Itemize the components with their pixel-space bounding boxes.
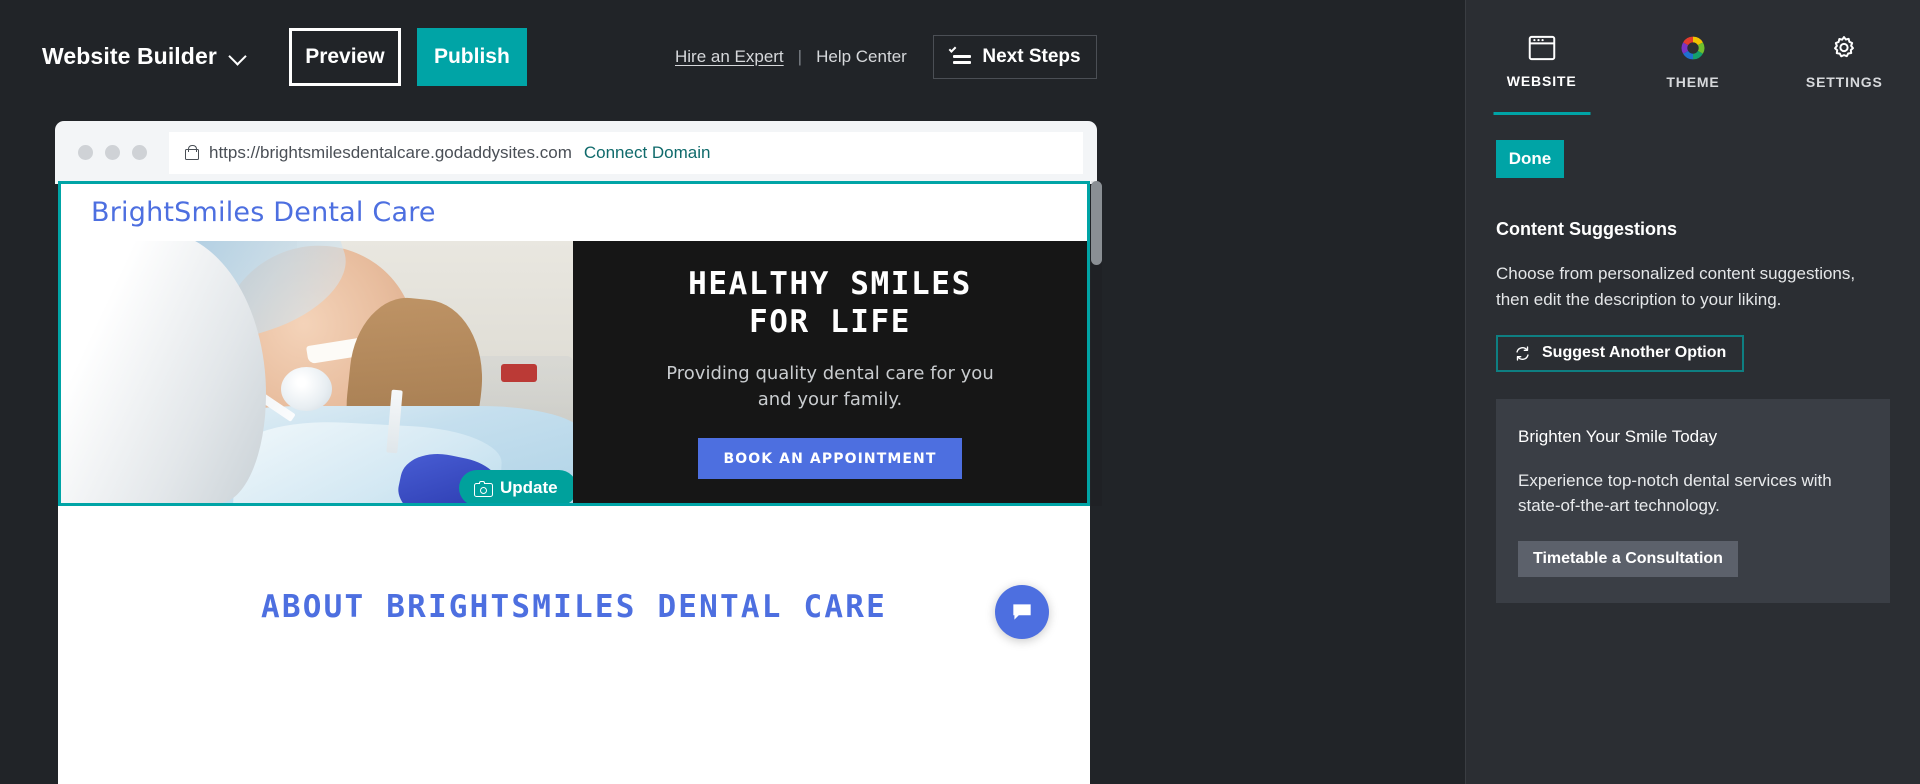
site-header: BrightSmiles Dental Care	[61, 184, 1087, 241]
chat-bubble-button[interactable]	[995, 585, 1049, 639]
tab-theme-label: THEME	[1666, 73, 1720, 90]
right-side-panel: WEBSITE THEME SETTINGS Done Content Sugg…	[1465, 0, 1920, 784]
hire-an-expert-link[interactable]: Hire an Expert	[675, 47, 784, 67]
browser-chrome-bar: https://brightsmilesdentalcare.godaddysi…	[55, 121, 1097, 184]
suggestion-body-line-1: Experience top-notch dental services wit…	[1518, 470, 1832, 490]
photo-layer-red-object	[501, 364, 538, 383]
chevron-down-icon	[230, 49, 246, 65]
help-center-link[interactable]: Help Center	[816, 47, 907, 67]
help-links: Hire an Expert | Help Center	[675, 47, 907, 67]
about-section: ABOUT BRIGHTSMILES DENTAL CARE	[58, 506, 1090, 784]
canvas-scrollbar-thumb[interactable]	[1091, 181, 1102, 265]
website-builder-app: Website Builder Preview Publish Hire an …	[0, 0, 1920, 784]
hero-subtext-line-2: and your family.	[757, 389, 903, 411]
color-wheel-icon	[1681, 36, 1705, 59]
update-label: Update	[500, 478, 558, 497]
tab-website-label: WEBSITE	[1506, 72, 1577, 89]
suggest-another-option-label: Suggest Another Option	[1542, 344, 1727, 362]
hero-subtext-line-1: Providing quality dental care for you	[666, 363, 994, 385]
window-dot	[132, 145, 147, 160]
refresh-icon	[1516, 346, 1529, 361]
photo-layer-dentist-coat	[61, 241, 266, 503]
checklist-icon	[949, 45, 972, 66]
selected-site-block[interactable]: BrightSmiles Dental Care Update HEALTHY …	[58, 181, 1090, 506]
site-preview-canvas: https://brightsmilesdentalcare.godaddysi…	[55, 121, 1102, 784]
top-toolbar: Website Builder Preview Publish Hire an …	[0, 0, 1412, 113]
publish-button[interactable]: Publish	[416, 27, 527, 86]
hero-image: Update	[61, 241, 573, 503]
hero-subtext: Providing quality dental care for you an…	[666, 361, 993, 413]
hero-headline-line-2: FOR LIFE	[748, 304, 912, 341]
chat-bubble-icon	[1013, 604, 1031, 620]
about-heading: ABOUT BRIGHTSMILES DENTAL CARE	[261, 589, 887, 625]
description-line-1: Choose from personalized content suggest…	[1496, 264, 1856, 283]
tab-settings[interactable]: SETTINGS	[1769, 0, 1920, 115]
site-url: https://brightsmilesdentalcare.godaddysi…	[209, 142, 572, 162]
browser-window-icon	[1528, 35, 1555, 60]
suggestion-heading: Brighten Your Smile Today	[1518, 426, 1718, 446]
window-control-dots	[78, 145, 147, 160]
link-separator: |	[797, 47, 803, 66]
timetable-consultation-button[interactable]: Timetable a Consultation	[1518, 541, 1738, 578]
window-dot	[105, 145, 120, 160]
hero-headline: HEALTHY SMILES FOR LIFE	[688, 265, 972, 343]
address-bar[interactable]: https://brightsmilesdentalcare.godaddysi…	[169, 131, 1083, 174]
site-logo: BrightSmiles Dental Care	[91, 197, 436, 228]
done-button[interactable]: Done	[1496, 140, 1564, 178]
suggestion-card: Brighten Your Smile Today Experience top…	[1496, 398, 1890, 604]
panel-tab-bar: WEBSITE THEME SETTINGS	[1466, 0, 1920, 115]
connect-domain-link[interactable]: Connect Domain	[584, 143, 711, 163]
app-menu-button[interactable]: Website Builder	[42, 43, 246, 70]
lock-icon	[185, 145, 199, 160]
window-dot	[78, 145, 93, 160]
tab-theme[interactable]: THEME	[1617, 0, 1768, 115]
suggestion-body: Experience top-notch dental services wit…	[1518, 468, 1868, 520]
hero-text-column: HEALTHY SMILES FOR LIFE Providing qualit…	[573, 241, 1087, 503]
suggest-another-option-button[interactable]: Suggest Another Option	[1496, 334, 1745, 372]
hero-section: Update HEALTHY SMILES FOR LIFE Providing…	[61, 241, 1087, 503]
update-image-button[interactable]: Update	[459, 470, 573, 503]
tab-settings-label: SETTINGS	[1805, 73, 1883, 90]
panel-content: Done Content Suggestions Choose from per…	[1466, 115, 1920, 604]
next-steps-label: Next Steps	[982, 46, 1081, 67]
tab-website[interactable]: WEBSITE	[1466, 0, 1617, 115]
app-title: Website Builder	[42, 43, 217, 69]
suggestion-body-line-2: state-of-the-art technology.	[1518, 496, 1720, 516]
canvas-scrollbar[interactable]	[1091, 181, 1102, 506]
book-appointment-button[interactable]: BOOK AN APPOINTMENT	[698, 438, 962, 480]
content-suggestions-title: Content Suggestions	[1496, 219, 1677, 239]
gear-icon	[1834, 35, 1855, 57]
description-line-2: then edit the description to your liking…	[1496, 289, 1782, 309]
preview-button[interactable]: Preview	[288, 27, 401, 86]
camera-icon	[474, 481, 493, 497]
content-suggestions-description: Choose from personalized content suggest…	[1496, 261, 1890, 313]
next-steps-button[interactable]: Next Steps	[933, 35, 1097, 79]
hero-headline-line-1: HEALTHY SMILES	[688, 265, 972, 302]
